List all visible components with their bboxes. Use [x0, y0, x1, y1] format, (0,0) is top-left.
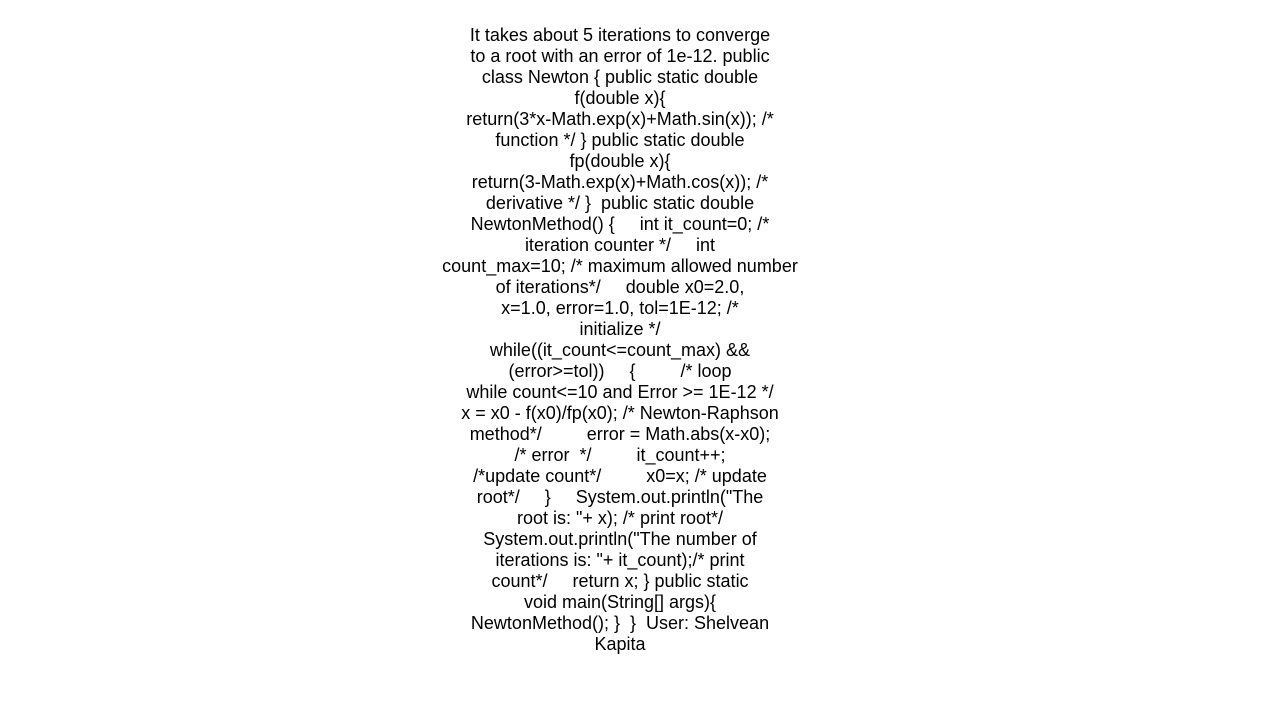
text-line: count*/ return x; } public static	[491, 571, 749, 591]
text-line: iterations is: "+ it_count);/* print	[495, 550, 745, 570]
text-line: iteration counter */ int	[524, 235, 716, 255]
text-line: fp(double x){	[569, 151, 671, 171]
text-line: root is: "+ x); /* print root*/	[517, 508, 723, 528]
text-line: NewtonMethod(); } } User: Shelvean	[470, 613, 770, 633]
text-line: System.out.println("The number of	[483, 529, 757, 549]
text-line: x = x0 - f(x0)/fp(x0); /* Newton-Raphson	[461, 403, 779, 423]
text-line: /* error */ it_count++;	[514, 445, 726, 465]
text-line: root*/ } System.out.println("The	[476, 487, 764, 507]
text-line: while((it_count<=count_max) &&	[489, 340, 751, 360]
text-line: (error>=tol)) { /* loop	[508, 361, 732, 381]
text-line: function */ } public static double	[495, 130, 745, 150]
text-line: NewtonMethod() { int it_count=0; /*	[470, 214, 770, 234]
text-line: f(double x){	[574, 88, 666, 108]
text-line: return(3*x-Math.exp(x)+Math.sin(x)); /*	[466, 109, 774, 129]
text-line: x=1.0, error=1.0, tol=1E-12; /*	[501, 298, 739, 318]
text-line: /*update count*/ x0=x; /* update	[473, 466, 767, 486]
text-line: to a root with an error of 1e-12. public	[470, 46, 770, 66]
text-line: It takes about 5 iterations to converge	[469, 25, 771, 45]
text-line: initialize */	[579, 319, 661, 339]
text-line: class Newton { public static double	[481, 67, 759, 87]
text-line: of iterations*/ double x0=2.0,	[495, 277, 745, 297]
text-line: count_max=10; /* maximum allowed number	[442, 256, 798, 276]
text-line: void main(String[] args){	[523, 592, 717, 612]
text-line: while count<=10 and Error >= 1E-12 */	[466, 382, 774, 402]
text-line: method*/ error = Math.abs(x-x0);	[469, 424, 771, 444]
text-line: return(3-Math.exp(x)+Math.cos(x)); /*	[471, 172, 769, 192]
text-line: derivative */ } public static double	[485, 193, 755, 213]
document-body: It takes about 5 iterations to converge …	[0, 25, 1240, 655]
author-line: Kapita	[594, 634, 646, 654]
